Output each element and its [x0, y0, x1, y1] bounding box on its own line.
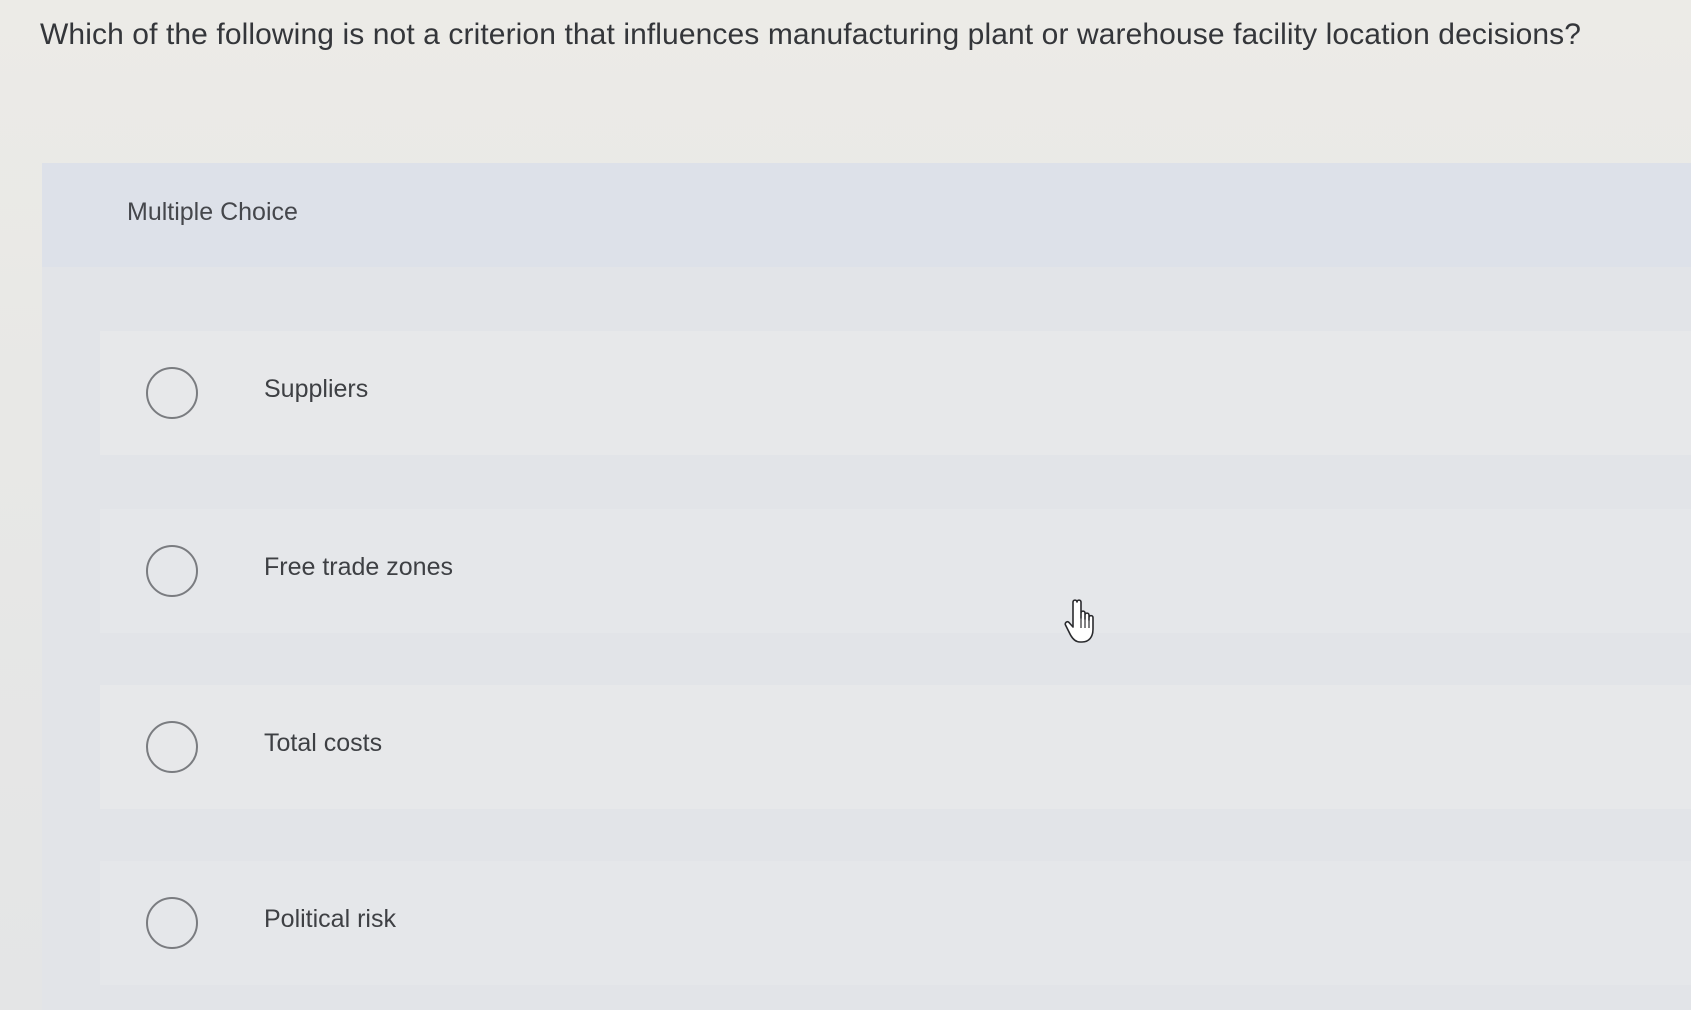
radio-button[interactable]: [146, 897, 198, 949]
choice-option-suppliers[interactable]: Suppliers: [100, 331, 1691, 455]
radio-button[interactable]: [146, 367, 198, 419]
panel-header: Multiple Choice: [42, 163, 1691, 267]
choice-label: Total costs: [264, 729, 383, 757]
hand-pointer-icon: [1064, 599, 1094, 643]
choice-label: Free trade zones: [264, 553, 453, 581]
choice-option-political-risk[interactable]: Political risk: [100, 861, 1691, 985]
radio-button[interactable]: [146, 721, 198, 773]
question-text: Which of the following is not a criterio…: [40, 18, 1582, 51]
choice-option-free-trade-zones[interactable]: Free trade zones: [100, 509, 1691, 633]
choice-label: Suppliers: [264, 375, 369, 403]
choice-option-total-costs[interactable]: Total costs: [100, 685, 1691, 809]
choice-label: Political risk: [264, 905, 396, 933]
panel-title: Multiple Choice: [127, 198, 298, 226]
radio-button[interactable]: [146, 545, 198, 597]
multiple-choice-panel: Multiple Choice Suppliers Free trade zon…: [42, 163, 1691, 1010]
